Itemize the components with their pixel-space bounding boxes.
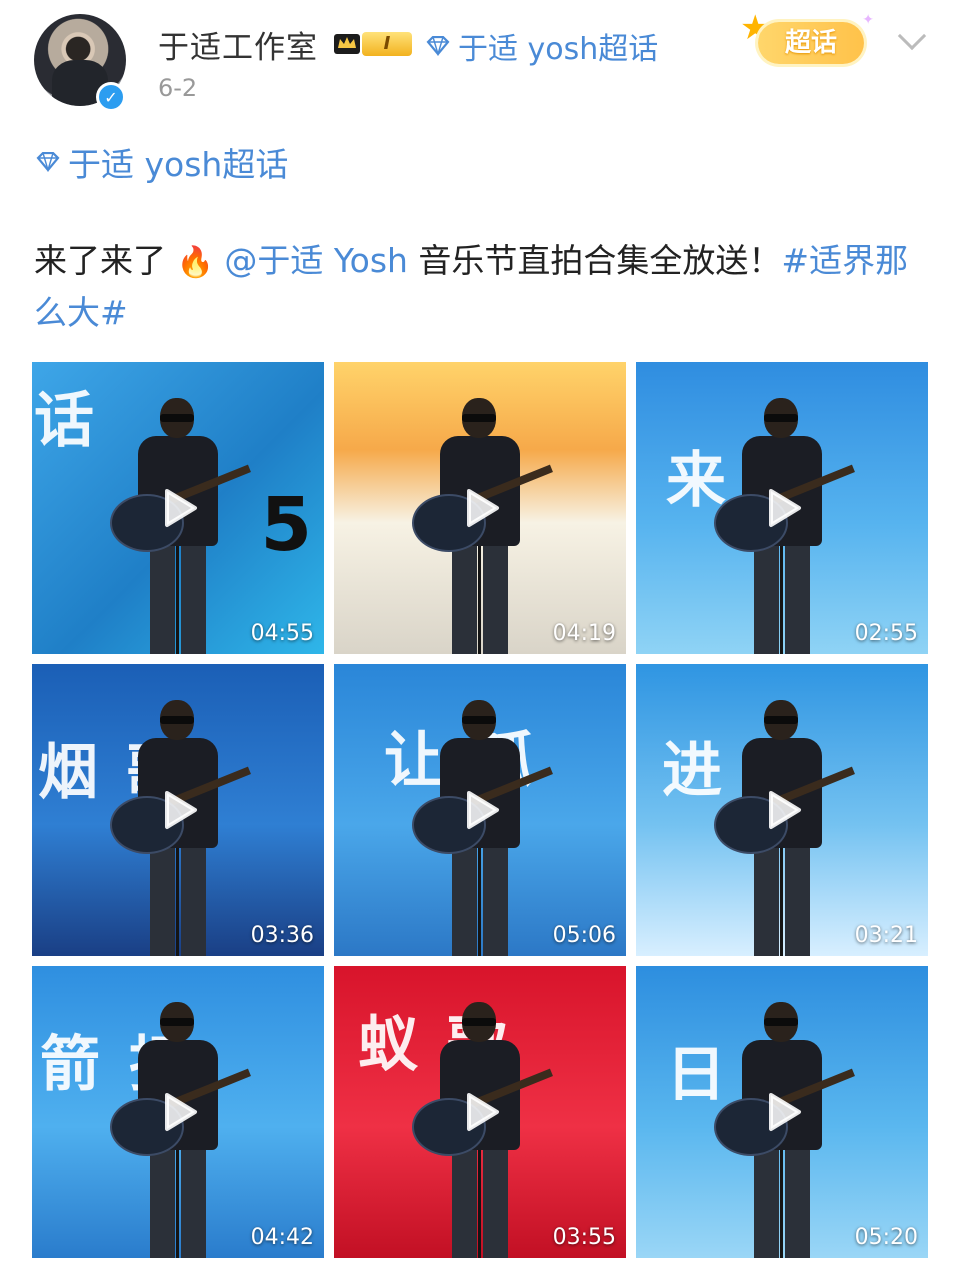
sunglasses <box>160 414 194 422</box>
video-thumbnail[interactable]: 来 这02:55 <box>636 362 928 654</box>
sunglasses <box>462 1018 496 1026</box>
performer-legs <box>150 846 206 956</box>
sunglasses <box>462 716 496 724</box>
chevron-down-icon[interactable] <box>897 21 927 51</box>
mention-link[interactable]: @于适 Yosh <box>224 241 408 280</box>
verified-icon: ✓ <box>96 82 126 112</box>
play-icon[interactable] <box>755 1085 809 1139</box>
stage-screen-number: 5 <box>260 482 316 568</box>
video-duration: 04:55 <box>250 621 314 646</box>
post-text: 来了来了 🔥 @于适 Yosh 音乐节直拍合集全放送！#适界那么大# <box>34 236 924 338</box>
play-icon[interactable] <box>453 783 507 837</box>
sunglasses <box>160 1018 194 1026</box>
performer-legs <box>452 544 508 654</box>
video-duration: 04:19 <box>552 621 616 646</box>
video-duration: 02:55 <box>854 621 918 646</box>
sunglasses <box>764 716 798 724</box>
video-thumbnail[interactable]: 箭 择 04:42 <box>32 966 324 1258</box>
video-thumbnail[interactable]: 日 途05:20 <box>636 966 928 1258</box>
video-thumbnail[interactable]: 04:19 <box>334 362 626 654</box>
play-icon[interactable] <box>453 1085 507 1139</box>
sunglasses <box>160 716 194 724</box>
topic-line-label: 于适 yosh超话 <box>68 145 289 184</box>
video-duration: 04:42 <box>250 1225 314 1250</box>
author-name[interactable]: 于适工作室 <box>158 22 318 67</box>
super-topic-badge-label: 超话 <box>758 22 864 64</box>
performer-legs <box>754 1148 810 1258</box>
diamond-icon <box>426 36 450 56</box>
video-thumbnail[interactable]: 进 》 03:21 <box>636 664 928 956</box>
performer-legs <box>150 1148 206 1258</box>
sunglasses <box>462 414 496 422</box>
performer-legs <box>754 846 810 956</box>
video-thumbnail[interactable]: 蚁 歌 03:55 <box>334 966 626 1258</box>
header-super-topic-link[interactable]: 于适 yosh超话 <box>424 24 658 68</box>
performer-legs <box>452 1148 508 1258</box>
play-icon[interactable] <box>151 481 205 535</box>
super-topic-link[interactable]: 于适 yosh超话 <box>34 138 288 186</box>
video-duration: 05:20 <box>854 1225 918 1250</box>
stage-screen-text: 话 <box>34 386 98 456</box>
video-thumbnail[interactable]: 烟 歌 03:36 <box>32 664 324 956</box>
fire-emoji: 🔥 <box>176 245 214 280</box>
video-duration: 03:21 <box>854 923 918 948</box>
play-icon[interactable] <box>453 481 507 535</box>
play-icon[interactable] <box>151 1085 205 1139</box>
video-duration: 05:06 <box>552 923 616 948</box>
performer-legs <box>754 544 810 654</box>
post-date: 6-2 <box>158 74 198 102</box>
play-icon[interactable] <box>755 481 809 535</box>
super-topic-badge[interactable]: ★ 超话 ✦ <box>740 8 880 70</box>
video-thumbnail[interactable]: 让 孤05:06 <box>334 664 626 956</box>
play-icon[interactable] <box>151 783 205 837</box>
diamond-icon <box>36 152 60 172</box>
video-duration: 03:36 <box>250 923 314 948</box>
video-duration: 03:55 <box>552 1225 616 1250</box>
play-icon[interactable] <box>755 783 809 837</box>
level-badge: I <box>362 32 412 56</box>
sunglasses <box>764 414 798 422</box>
sparkle-icon: ✦ <box>862 12 874 28</box>
post-text-main: 音乐节直拍合集全放送！ <box>407 241 782 280</box>
crown-icon <box>334 34 360 54</box>
header-topic-label: 于适 yosh超话 <box>458 32 659 67</box>
performer-legs <box>150 544 206 654</box>
video-thumbnail[interactable]: 话 5 04:55 <box>32 362 324 654</box>
performer-legs <box>452 846 508 956</box>
post-text-prefix: 来了来了 <box>34 241 166 280</box>
video-grid: 话 5 04:55 04:19 来 这02:55 烟 歌03:36让 孤05:06进 》0… <box>32 362 928 1258</box>
sunglasses <box>764 1018 798 1026</box>
